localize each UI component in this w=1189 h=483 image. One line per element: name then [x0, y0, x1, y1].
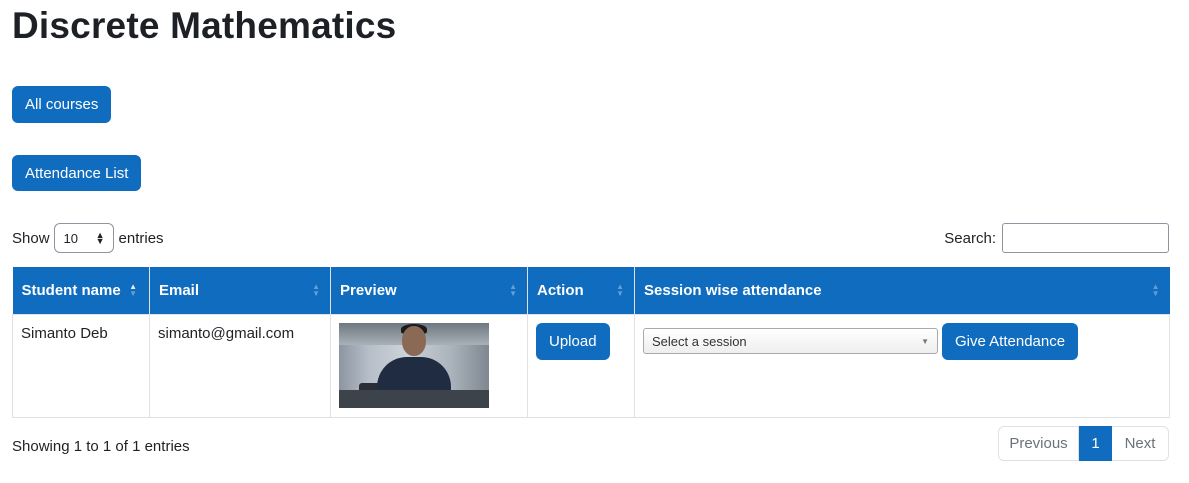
entries-select[interactable]: 10 ▲ ▼ — [53, 223, 114, 253]
cell-preview — [330, 313, 528, 418]
search-control: Search: — [944, 223, 1169, 253]
search-label: Search: — [944, 229, 996, 247]
sort-icon: ▲ ▼ — [509, 282, 517, 298]
sort-icon: ▲ ▼ — [1151, 282, 1160, 298]
all-courses-button[interactable]: All courses — [12, 86, 112, 123]
cell-session-attendance: Select a session ▼ Give Attendance — [634, 313, 1170, 418]
header-action[interactable]: Action ▲ ▼ — [527, 267, 635, 314]
show-label: Show — [12, 229, 50, 247]
dropdown-arrow-icon: ▼ — [921, 336, 929, 346]
next-page-button[interactable]: Next — [1112, 426, 1169, 461]
entries-length-control: Show 10 ▲ ▼ entries — [12, 223, 164, 253]
sort-icon: ▲ ▼ — [312, 282, 320, 298]
session-placeholder: Select a session — [652, 333, 747, 349]
sort-icon: ▲ ▼ — [616, 282, 624, 298]
student-photo-preview — [339, 322, 489, 408]
cell-email: simanto@gmail.com — [149, 313, 331, 418]
upload-button[interactable]: Upload — [536, 322, 610, 360]
search-input[interactable] — [1002, 223, 1169, 253]
header-email[interactable]: Email ▲ ▼ — [149, 267, 331, 314]
header-preview[interactable]: Preview ▲ ▼ — [330, 267, 528, 314]
updown-arrows-icon: ▲ ▼ — [95, 230, 105, 246]
attendance-list-button[interactable]: Attendance List — [12, 155, 142, 191]
session-select[interactable]: Select a session ▼ — [643, 328, 938, 354]
header-session-attendance[interactable]: Session wise attendance ▲ ▼ — [634, 267, 1170, 314]
table-row: Simanto Deb simanto@gmail.com Upload Sel… — [12, 313, 1170, 418]
entries-label: entries — [118, 229, 164, 247]
pagination: Previous 1 Next — [998, 426, 1169, 461]
entries-value: 10 — [63, 230, 78, 246]
header-student-name[interactable]: Student name ▲ ▼ — [12, 267, 150, 314]
table-info: Showing 1 to 1 of 1 entries — [12, 438, 190, 455]
cell-action: Upload — [527, 313, 635, 418]
page-1-button[interactable]: 1 — [1079, 426, 1112, 461]
table-header-row: Student name ▲ ▼ Email ▲ ▼ Preview ▲ ▼ Acti… — [12, 267, 1170, 314]
page-title: Discrete Mathematics — [12, 5, 397, 46]
give-attendance-button[interactable]: Give Attendance — [942, 322, 1079, 360]
previous-page-button[interactable]: Previous — [998, 426, 1079, 461]
cell-student-name: Simanto Deb — [12, 313, 150, 418]
attendance-table: Student name ▲ ▼ Email ▲ ▼ Preview ▲ ▼ Acti… — [12, 267, 1170, 418]
sort-asc-icon: ▲ ▼ — [129, 282, 137, 298]
